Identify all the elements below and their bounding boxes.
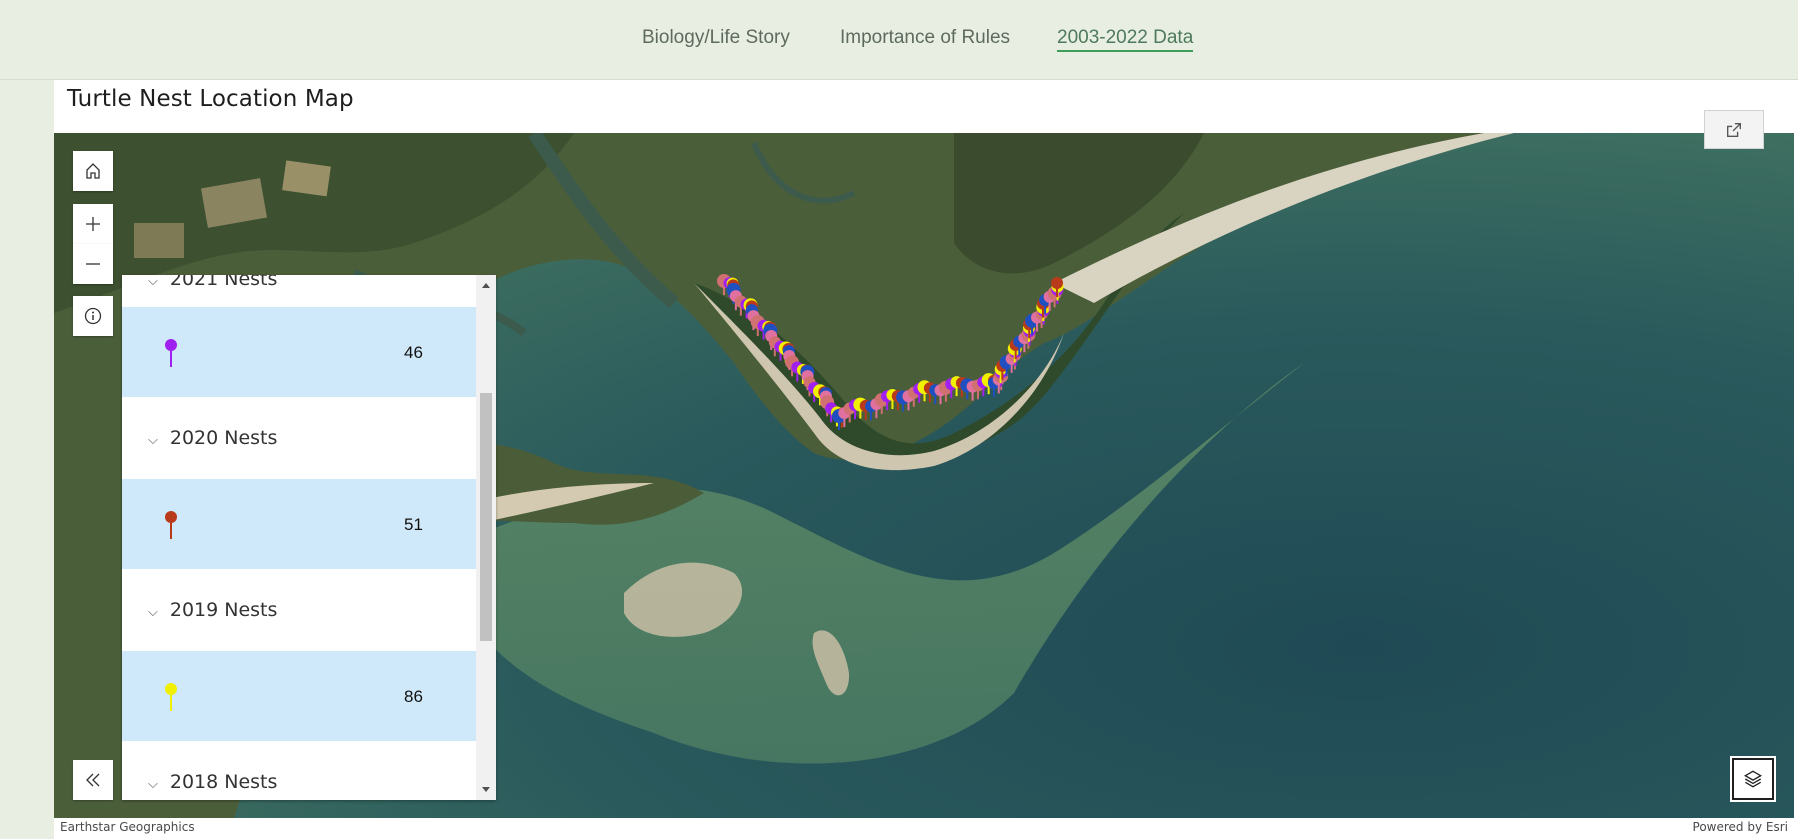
top-navigation: Biology/Life Story Importance of Rules 2… <box>0 0 1798 80</box>
map-attribution: Earthstar Geographics Powered by Esri <box>54 818 1794 836</box>
legend-group-header[interactable]: ⌵ 2019 Nests <box>122 569 476 651</box>
legend-scrollbar[interactable] <box>476 275 496 800</box>
legend-item: 46 <box>122 307 476 397</box>
chevron-down-icon: ⌵ <box>148 432 158 448</box>
scroll-up-arrow-icon[interactable] <box>482 283 490 288</box>
legend-group-label: 2021 Nests <box>169 275 278 290</box>
layer-list-button[interactable] <box>1732 758 1774 800</box>
page-title: Turtle Nest Location Map <box>67 86 354 112</box>
nav-biology-life-story[interactable]: Biology/Life Story <box>642 27 790 49</box>
minus-icon <box>86 263 100 265</box>
legend-group-label: 2020 Nests <box>169 427 278 449</box>
purple-pin-icon <box>165 339 177 367</box>
open-external-icon <box>1727 122 1741 137</box>
info-button[interactable] <box>73 296 113 336</box>
legend-count: 46 <box>404 343 423 362</box>
legend-item: 51 <box>122 479 476 569</box>
powered-by-esri[interactable]: Powered by Esri <box>1693 820 1788 834</box>
legend-group-header[interactable]: ⌵ 2021 Nests <box>122 275 476 307</box>
legend-item: 86 <box>122 651 476 741</box>
legend-group-label: 2019 Nests <box>169 599 278 621</box>
scrollbar-thumb[interactable] <box>480 393 492 641</box>
layers-icon <box>1743 770 1763 788</box>
yellow-pin-icon <box>165 683 177 711</box>
chevron-down-icon: ⌵ <box>148 776 158 792</box>
attribution-source: Earthstar Geographics <box>60 820 195 834</box>
chevron-down-icon: ⌵ <box>148 275 158 289</box>
nav-importance-of-rules[interactable]: Importance of Rules <box>840 27 1010 49</box>
open-in-new-window-button[interactable] <box>1704 110 1764 149</box>
legend-count: 86 <box>404 687 423 706</box>
info-icon <box>84 307 102 325</box>
home-button[interactable] <box>73 151 113 191</box>
zoom-in-button[interactable] <box>73 204 113 244</box>
plus-icon <box>86 217 100 231</box>
double-chevron-left-icon <box>86 773 100 787</box>
collapse-panel-button[interactable] <box>73 760 113 800</box>
left-margin <box>4 80 54 839</box>
chevron-down-icon: ⌵ <box>148 604 158 620</box>
legend-count: 51 <box>404 515 423 534</box>
legend-panel: ⌵ 2021 Nests 46 ⌵ 2020 Nests 51 ⌵ 2019 N… <box>122 275 496 800</box>
scroll-down-arrow-icon[interactable] <box>482 787 490 792</box>
legend-group-header[interactable]: ⌵ 2018 Nests <box>122 741 476 800</box>
red-pin-icon <box>165 511 177 539</box>
legend-group-header[interactable]: ⌵ 2020 Nests <box>122 397 476 479</box>
legend-group-label: 2018 Nests <box>169 771 278 793</box>
legend-list: ⌵ 2021 Nests 46 ⌵ 2020 Nests 51 ⌵ 2019 N… <box>122 275 476 800</box>
nav-2003-2022-data[interactable]: 2003-2022 Data <box>1057 27 1194 52</box>
home-icon <box>86 163 100 179</box>
zoom-out-button[interactable] <box>73 244 113 284</box>
